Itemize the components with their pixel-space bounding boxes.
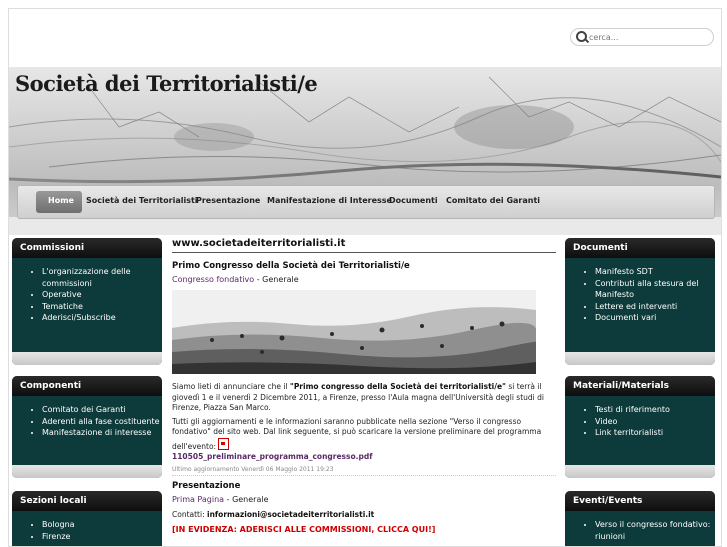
box-title: Documenti [565, 238, 715, 258]
box-footer [12, 465, 162, 478]
list-item[interactable]: Manifestazione di interesse [42, 427, 162, 439]
highlight-alert[interactable]: [IN EVIDENZA: ADERISCI ALLE COMMISSIONI,… [172, 525, 556, 534]
main-nav: Home Società dei Territorialisti Present… [17, 185, 715, 219]
list-item[interactable]: Aderisci/Subscribe [42, 312, 162, 324]
box-eventi: Eventi/Events Verso il congresso fondati… [565, 491, 715, 546]
article-paragraph: Siamo lieti di annunciare che il "Primo … [172, 382, 556, 414]
nav-presentazione[interactable]: Presentazione [196, 196, 260, 205]
list-item[interactable]: Tematiche [42, 301, 162, 313]
list-item[interactable]: Lettere ed interventi [595, 301, 715, 313]
search-input[interactable] [587, 29, 711, 45]
article-paragraph: Tutti gli aggiornamenti e le informazion… [172, 417, 556, 463]
list-item[interactable]: L'organizzazione delle commissioni [42, 266, 162, 289]
box-commissioni: Commissioni L'organizzazione delle commi… [12, 238, 162, 365]
box-list: Testi di riferimento Video Link territor… [565, 396, 715, 439]
para-bold: "Primo congresso della Società dei terri… [289, 382, 506, 391]
category-separator: - [254, 275, 263, 284]
nav-societa[interactable]: Società dei Territorialisti [86, 196, 198, 205]
box-componenti: Componenti Comitato dei Garanti Aderenti… [12, 376, 162, 478]
category-separator: - [224, 494, 233, 504]
box-title: Componenti [12, 376, 162, 396]
list-item[interactable]: Comitato dei Garanti [42, 404, 162, 416]
list-item[interactable]: Link territorialisti [595, 427, 715, 439]
box-title: Commissioni [12, 238, 162, 258]
box-footer [12, 352, 162, 365]
article-title[interactable]: Presentazione [172, 481, 556, 491]
article-title[interactable]: Primo Congresso della Società dei Territ… [172, 261, 556, 271]
list-item[interactable]: Contributi alla stesura del Manifesto [595, 278, 715, 301]
contacts-label: Contatti: [172, 509, 207, 519]
box-title: Materiali/Materials [565, 376, 715, 396]
list-item[interactable]: Aderenti alla fase costituente [42, 416, 162, 428]
box-title: Sezioni locali [12, 491, 162, 511]
contacts-line: Contatti: informazioni@societadeiterrito… [172, 510, 556, 521]
last-updated: Ultimo aggiornamento Venerdì 06 Maggio 2… [172, 466, 556, 476]
search-icon [576, 31, 587, 42]
box-list: L'organizzazione delle commissioni Opera… [12, 258, 162, 324]
list-item[interactable]: Documenti vari [595, 312, 715, 324]
contacts-email[interactable]: informazioni@societadeiterritorialisti.i… [207, 510, 374, 519]
nav-comitato[interactable]: Comitato dei Garanti [446, 196, 540, 205]
box-documenti: Documenti Manifesto SDT Contributi alla … [565, 238, 715, 365]
nav-manifestazione[interactable]: Manifestazione di Interesse [267, 196, 392, 205]
box-list: Manifesto SDT Contributi alla stesura de… [565, 258, 715, 324]
pdf-icon[interactable] [218, 437, 230, 450]
category-link[interactable]: Congresso fondativo [172, 275, 254, 284]
box-title: Eventi/Events [565, 491, 715, 511]
category-link[interactable]: Prima Pagina [172, 495, 224, 504]
box-footer [565, 352, 715, 365]
article-category: Congresso fondativo - Generale [172, 275, 556, 284]
box-list: Verso il congresso fondativo: riunioni [565, 511, 715, 542]
list-item[interactable]: Video [595, 416, 715, 428]
site-title[interactable]: Società dei Territorialisti/e [15, 71, 318, 96]
list-item[interactable]: Verso il congresso fondativo: riunioni [595, 519, 715, 542]
section-label: Generale [232, 494, 269, 504]
box-footer [565, 465, 715, 478]
list-item[interactable]: Manifesto SDT [595, 266, 715, 278]
article-category: Prima Pagina - Generale [172, 495, 556, 504]
nav-home[interactable]: Home [48, 196, 74, 205]
top-bar [9, 9, 721, 67]
list-item[interactable]: Testi di riferimento [595, 404, 715, 416]
header-banner: Società dei Territorialisti/e Home Socie… [9, 67, 721, 235]
para-text: Siamo lieti di annunciare che il [172, 382, 290, 391]
box-list: Comitato dei Garanti Aderenti alla fase … [12, 396, 162, 439]
nav-documenti[interactable]: Documenti [389, 196, 438, 205]
pdf-link[interactable]: 110505_preliminare_programma_congresso.p… [172, 452, 373, 461]
section-label: Generale [262, 275, 299, 284]
list-item[interactable]: Operative [42, 289, 162, 301]
main-content: www.societadeiterritorialisti.it Primo C… [172, 238, 556, 546]
box-materiali: Materiali/Materials Testi di riferimento… [565, 376, 715, 478]
landscape-image [172, 290, 536, 374]
page: Società dei Territorialisti/e Home Socie… [8, 8, 722, 547]
box-sezioni-locali: Sezioni locali Bologna Firenze [12, 491, 162, 546]
list-item[interactable]: Bologna [42, 519, 162, 531]
search-box[interactable] [570, 28, 714, 46]
site-url-heading: www.societadeiterritorialisti.it [172, 238, 556, 253]
list-item[interactable]: Firenze [42, 531, 162, 543]
box-list: Bologna Firenze [12, 511, 162, 542]
